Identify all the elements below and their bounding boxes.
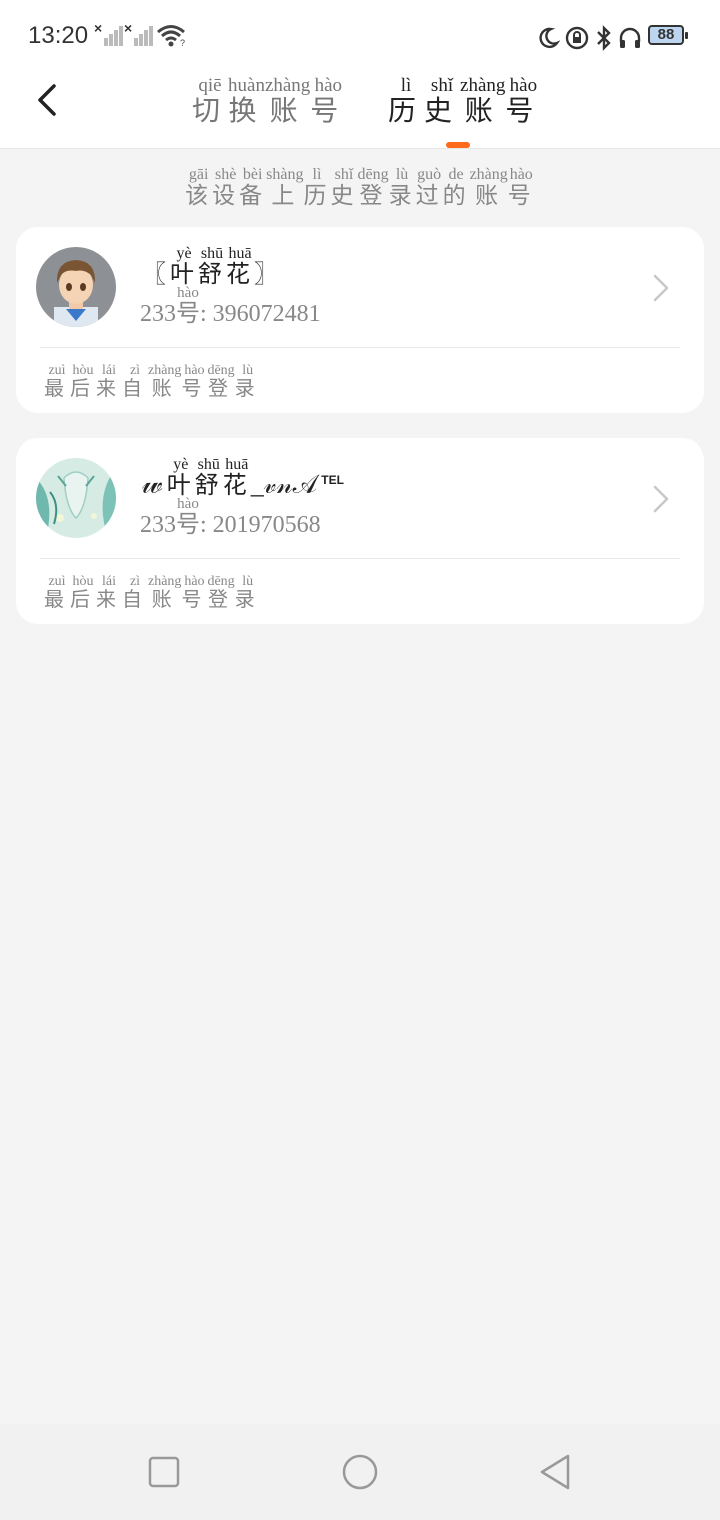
wifi-icon: ?	[157, 25, 185, 48]
account-id: 233号hào: 396072481	[140, 285, 321, 327]
headphones-icon	[619, 27, 641, 48]
avatar	[36, 247, 116, 327]
battery-icon: 88	[648, 25, 688, 45]
status-bar: 13:20 × × ? 88	[0, 0, 720, 70]
svg-text:?: ?	[180, 38, 185, 48]
home-button[interactable]	[340, 1452, 380, 1492]
status-time: 13:20	[28, 22, 89, 49]
account-name: 𝓌叶yè舒shū花huā_𝓋𝓃𝒜 TEL	[142, 456, 344, 500]
avatar	[36, 458, 116, 538]
last-login-label: 最zuì后hòu来lái自zì账zhàng号hào登dēng录lù	[44, 363, 261, 400]
recent-apps-button[interactable]	[144, 1452, 184, 1492]
account-card[interactable]: 𝓌叶yè舒shū花huā_𝓋𝓃𝒜 TEL 233号hào: 201970568 最…	[16, 438, 704, 624]
system-nav-bar	[0, 1424, 720, 1520]
account-id: 233号hào: 201970568	[140, 496, 321, 538]
chevron-right-icon	[653, 274, 669, 302]
header: 切qiē换huàn账zhàng号hào 历lì史shǐ账zhàng号hào	[0, 70, 720, 149]
active-tab-indicator	[446, 142, 470, 148]
divider	[40, 347, 680, 348]
back-nav-button[interactable]	[536, 1452, 576, 1492]
name-superscript: TEL	[321, 473, 344, 487]
tab-switch-account[interactable]: 切qiē换huàn账zhàng号hào	[192, 75, 346, 129]
back-button[interactable]	[30, 80, 70, 120]
history-hint-text: 该gāi设shè备bèi上shàng历lì史shǐ登dēng录lù过guò的de…	[185, 166, 535, 208]
rotation-lock-icon	[565, 26, 589, 50]
tab-history-account[interactable]: 历lì史shǐ账zhàng号hào	[388, 75, 541, 129]
last-login-label: 最zuì后hòu来lái自zì账zhàng号hào登dēng录lù	[44, 574, 261, 611]
divider	[40, 558, 680, 559]
moon-icon	[539, 27, 560, 49]
bluetooth-icon	[597, 25, 611, 51]
chevron-right-icon	[653, 485, 669, 513]
account-card[interactable]: 〖叶yè舒shū花huā〗 233号hào: 396072481 最zuì后hò…	[16, 227, 704, 413]
account-name: 〖叶yè舒shū花huā〗	[142, 245, 282, 288]
